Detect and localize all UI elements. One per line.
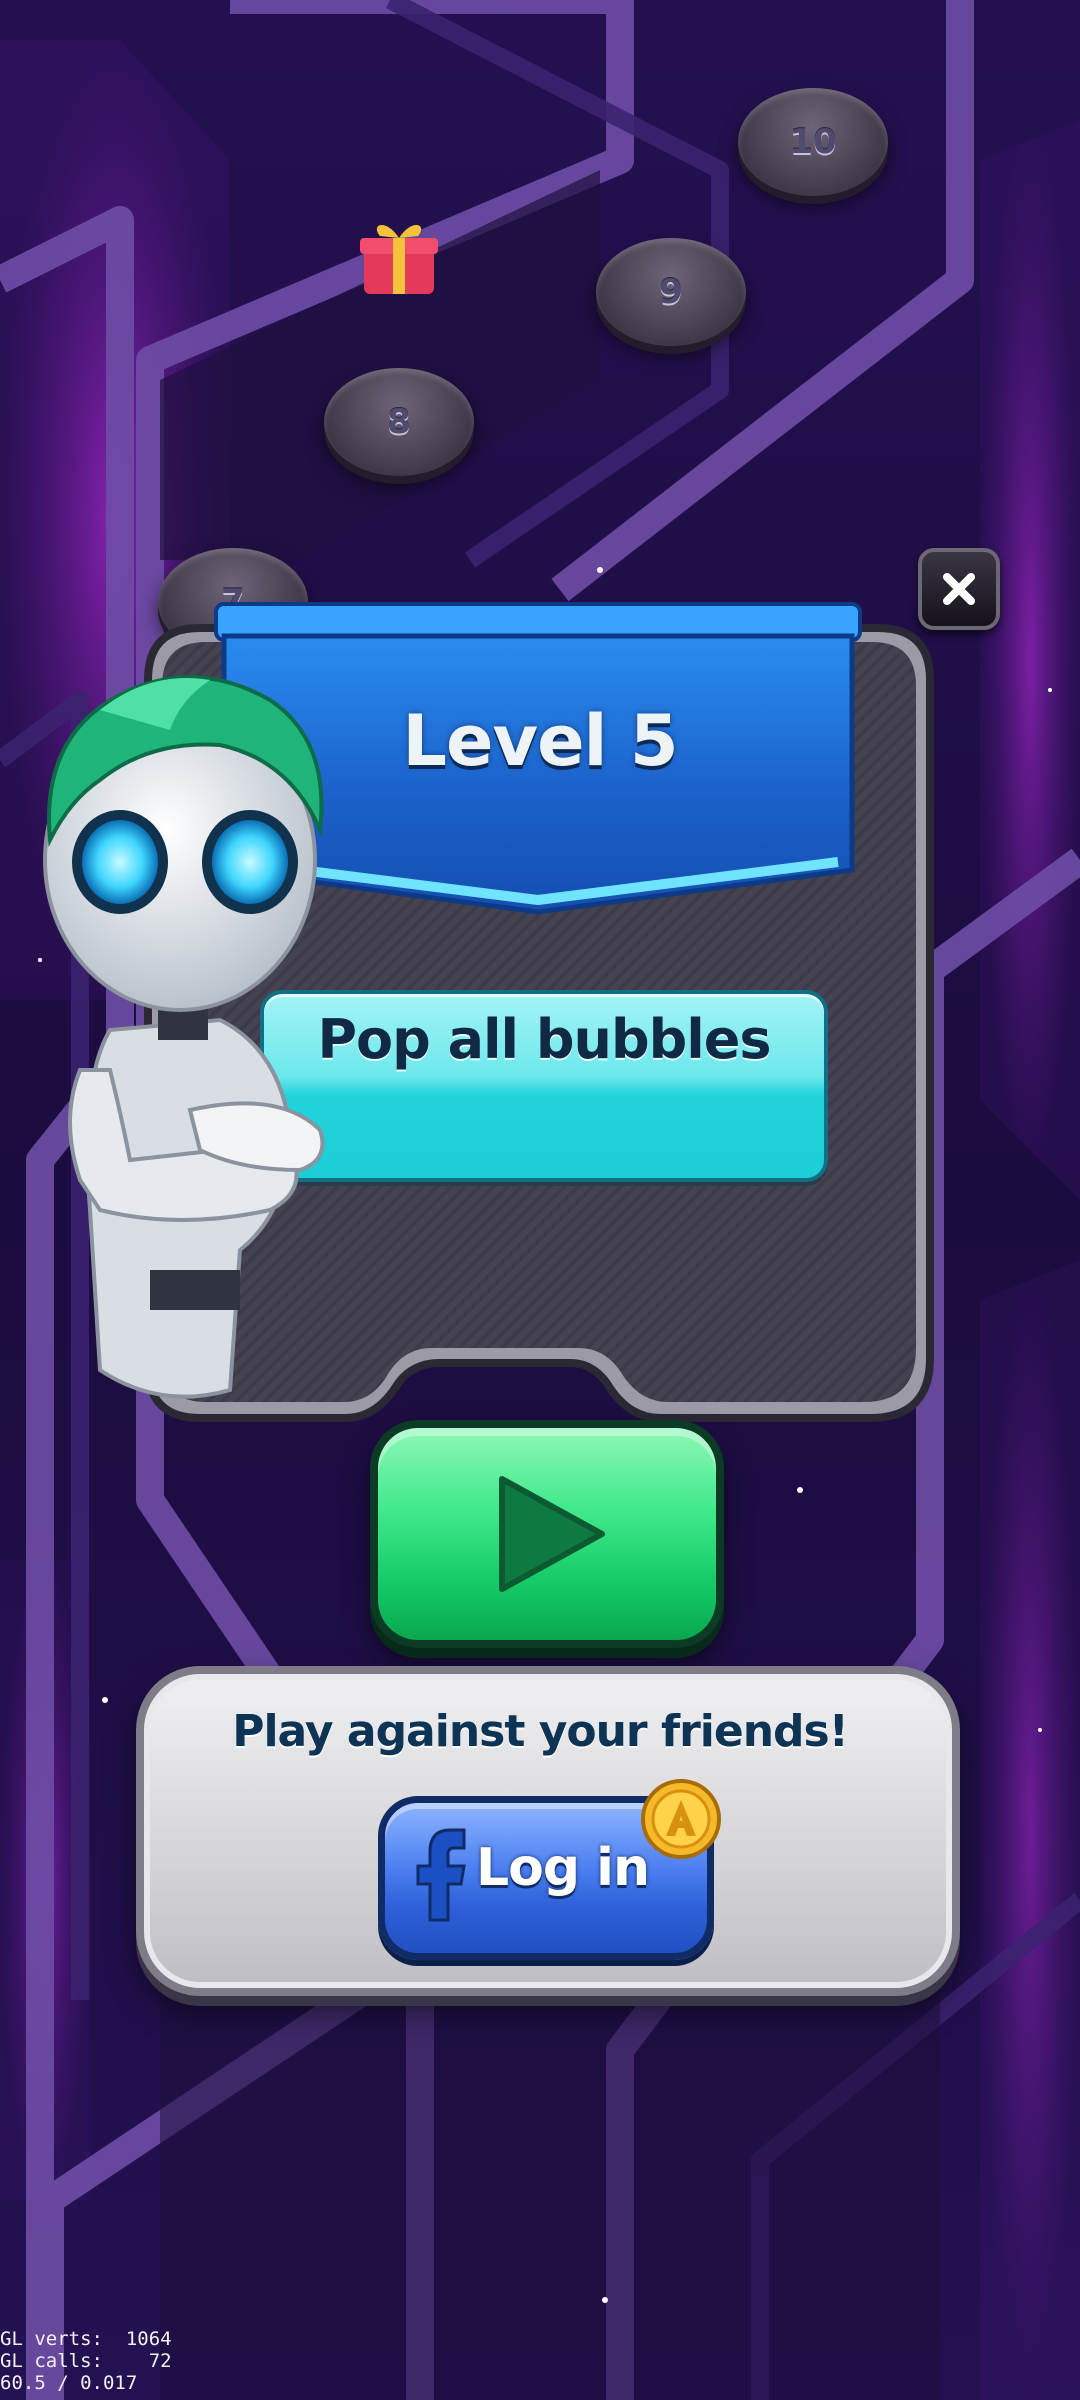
level-node-label: 10: [789, 122, 837, 162]
level-node-label: 8: [387, 402, 411, 442]
debug-fps: 60.5 / 0.017: [0, 2372, 138, 2394]
robot-mascot: [43, 675, 325, 1399]
debug-gl-calls: GL calls: 72: [0, 2350, 172, 2372]
level-node-10[interactable]: 10: [738, 88, 888, 196]
debug-gl-verts: GL verts: 1064: [0, 2328, 172, 2350]
level-node-8[interactable]: 8: [324, 368, 474, 476]
play-against-friends-text: Play against your friends!: [232, 1706, 849, 1757]
facebook-icon: [416, 1828, 466, 1922]
close-button[interactable]: [918, 548, 1000, 630]
coin-icon: [641, 1779, 721, 1859]
level-node-label: 9: [659, 272, 683, 312]
debug-overlay: GL verts: 1064 GL calls: 72 60.5 / 0.017: [0, 2328, 172, 2394]
play-button[interactable]: [370, 1420, 724, 1648]
close-icon: [943, 573, 975, 605]
login-label: Log in: [476, 1838, 650, 1898]
gift-icon[interactable]: [356, 212, 442, 298]
level-node-9[interactable]: 9: [596, 238, 746, 346]
play-icon: [499, 1476, 605, 1592]
